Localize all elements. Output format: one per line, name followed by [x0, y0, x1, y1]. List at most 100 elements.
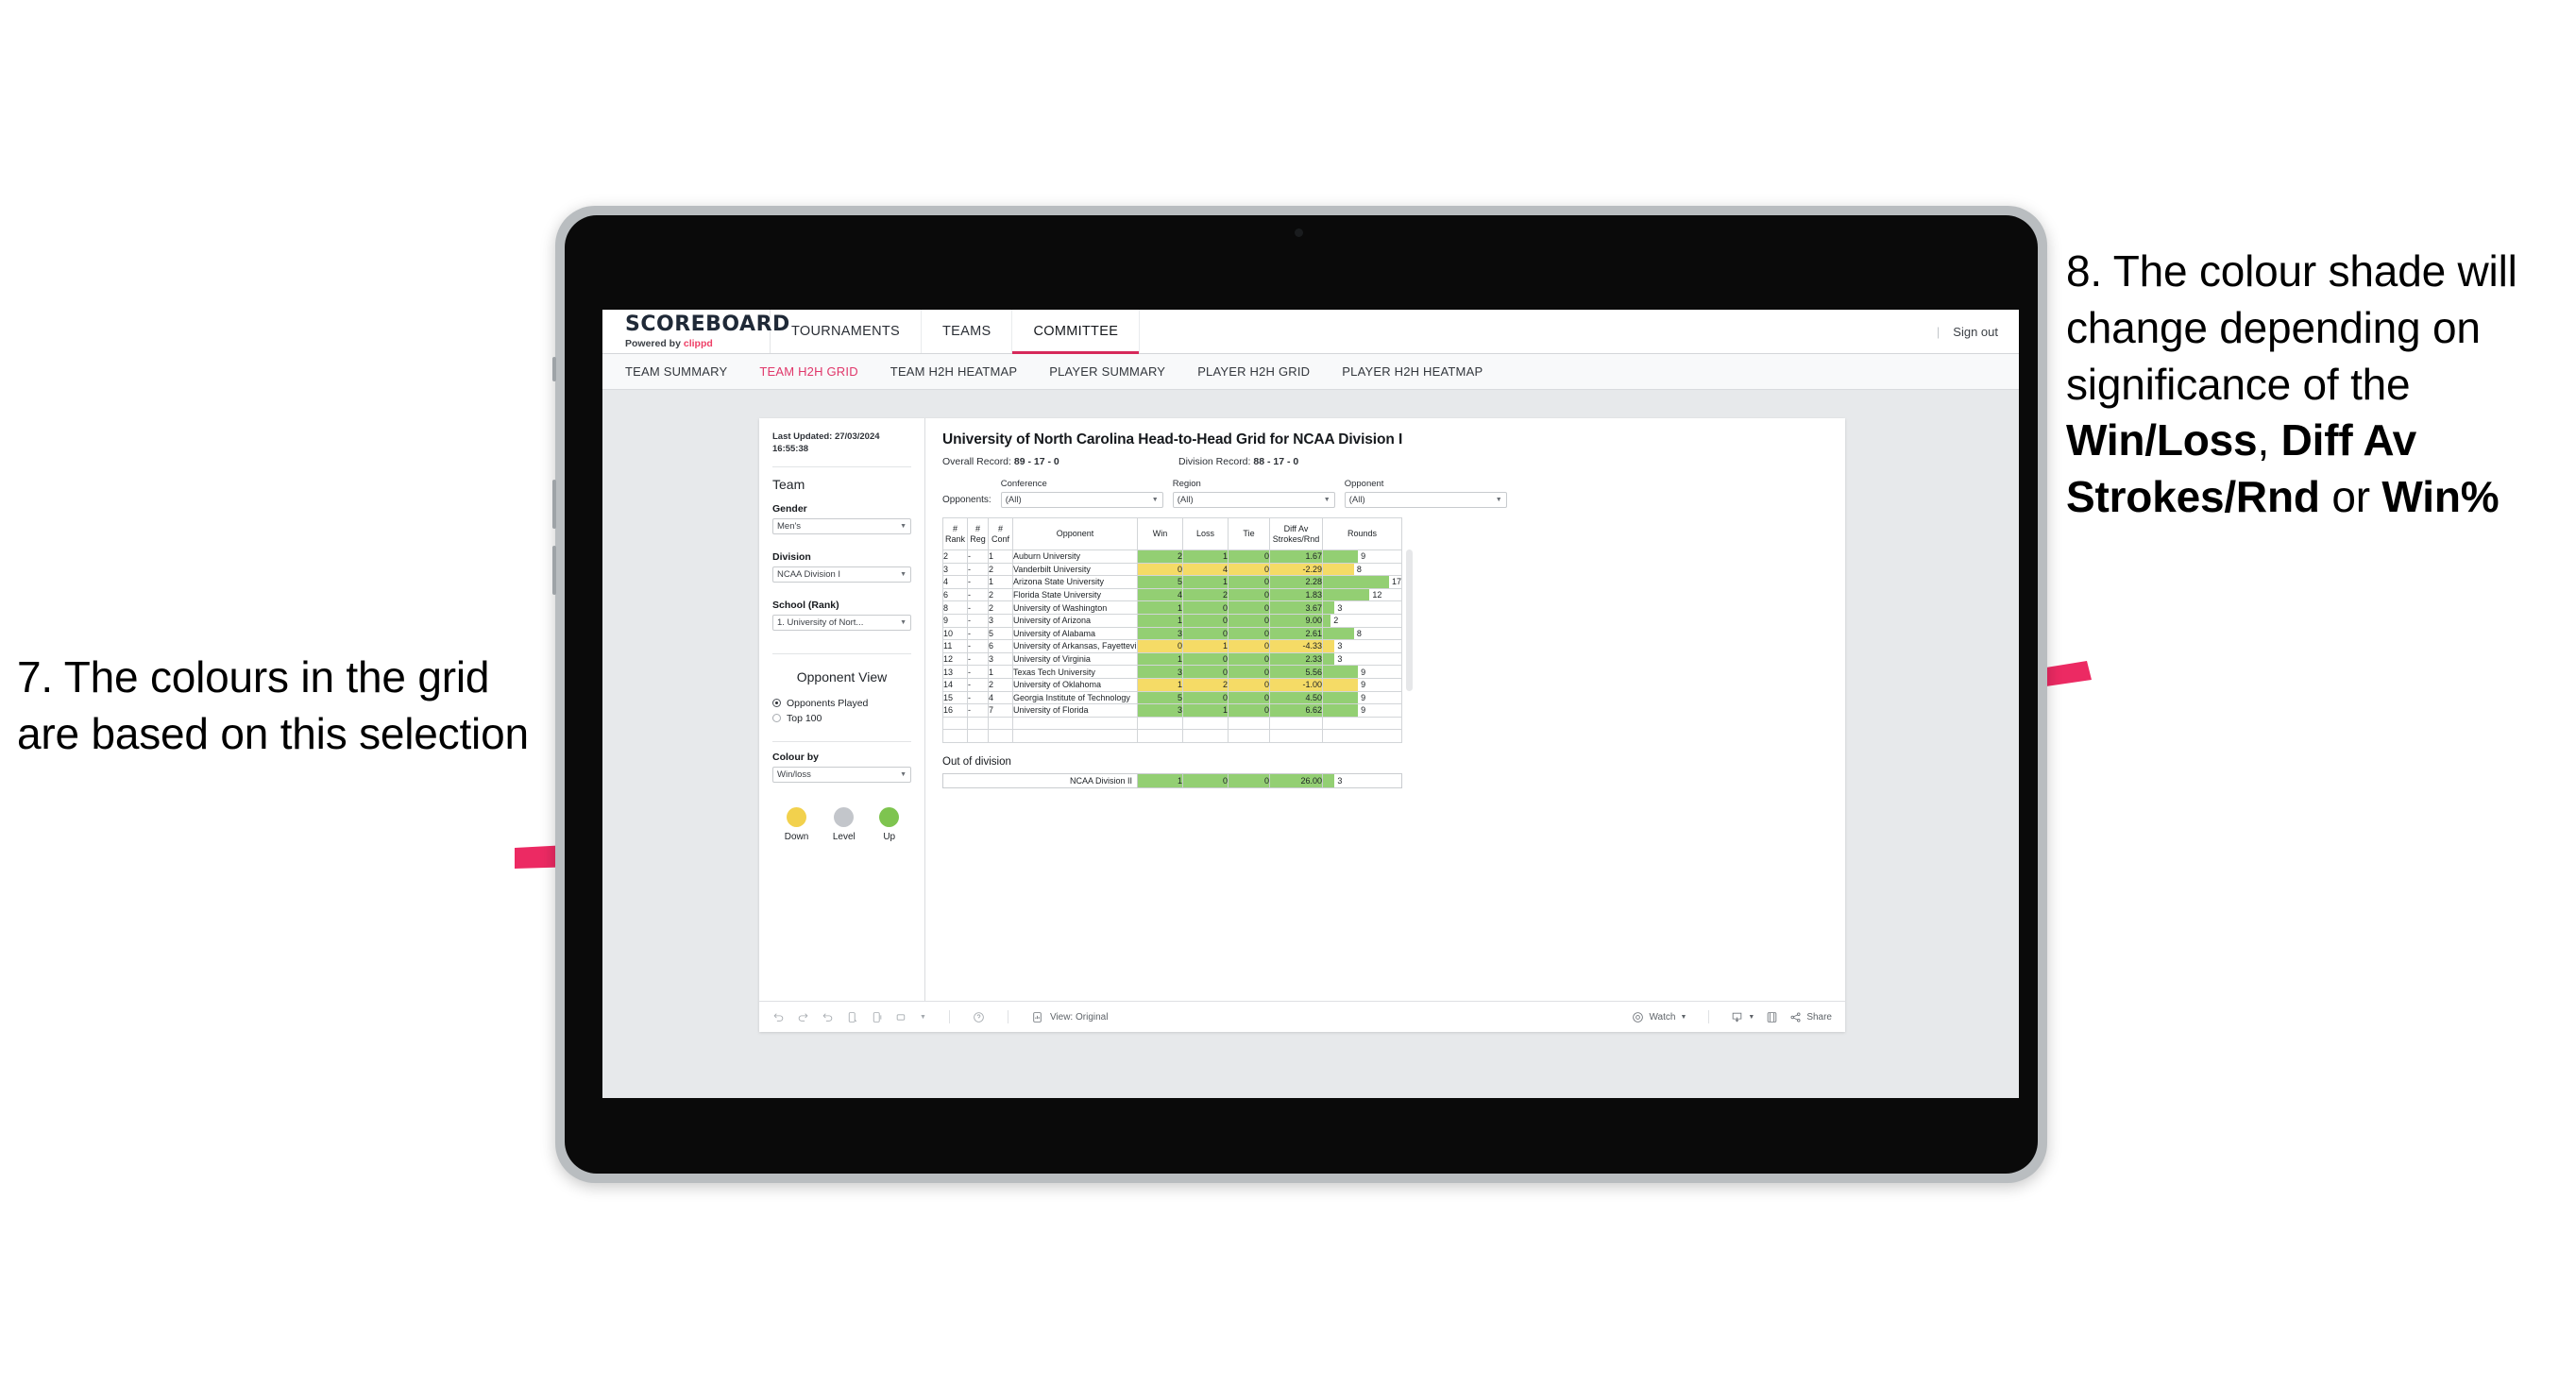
table-row[interactable]: 2-1 Auburn University 2 1 0 1.67 9	[942, 549, 1402, 564]
legend-swatch-down	[787, 806, 807, 827]
rounds-bar	[1323, 678, 1359, 691]
col-header-8[interactable]: Rounds	[1322, 517, 1402, 550]
primary-nav: TOURNAMENTS TEAMS COMMITTEE	[771, 310, 1141, 354]
annotation-8-sep2: or	[2319, 472, 2382, 522]
subnav-team-summary[interactable]: TEAM SUMMARY	[625, 364, 727, 379]
refresh-icon[interactable]	[846, 1011, 858, 1023]
table-row[interactable]: 12-3 University of Virginia 1 0 0 2.33 3	[942, 651, 1402, 667]
tablet-button-power[interactable]	[552, 357, 556, 381]
header-separator: |	[1936, 324, 1940, 339]
table-row[interactable]: 3-2 Vanderbilt University 0 4 0 -2.29 8	[942, 562, 1402, 577]
device-icon[interactable]	[895, 1011, 907, 1023]
col-header-7[interactable]: Diff Av Strokes/Rnd	[1269, 517, 1323, 550]
cell-rank: 10	[942, 626, 968, 641]
cell-win: 5	[1137, 575, 1183, 589]
table-row[interactable]: 14-2 University of Oklahoma 1 2 0 -1.00 9	[942, 677, 1402, 692]
table-row[interactable]: NCAA Division II 1 0 0 26.00 3	[942, 772, 1402, 788]
col-header-2[interactable]: # Conf	[988, 517, 1013, 550]
col-header-3[interactable]: Opponent	[1012, 517, 1138, 550]
col-header-4[interactable]: Win	[1137, 517, 1183, 550]
subnav-player-summary[interactable]: PLAYER SUMMARY	[1049, 364, 1165, 379]
table-row[interactable]: 4-1 Arizona State University 5 1 0 2.28 17	[942, 575, 1402, 589]
cell-rounds: 2	[1322, 613, 1402, 628]
radio-opponents-played[interactable]: Opponents Played	[772, 698, 911, 709]
rounds-value: 3	[1337, 641, 1343, 651]
cell-rounds: 9	[1322, 549, 1402, 564]
rounds-value: 2	[1333, 616, 1339, 626]
view-label[interactable]: View: Original	[1050, 1012, 1109, 1023]
toolbar-divider	[1708, 1010, 1710, 1023]
col-header-6[interactable]: Tie	[1228, 517, 1270, 550]
cell-win: 1	[1137, 613, 1183, 628]
tablet-button-volume-down[interactable]	[552, 546, 556, 595]
cell-diff-av-strokes: -4.33	[1269, 639, 1323, 653]
subnav-team-h2h-heatmap[interactable]: TEAM H2H HEATMAP	[890, 364, 1017, 379]
table-row[interactable]: 9-3 University of Arizona 1 0 0 9.00 2	[942, 613, 1402, 628]
pause-icon[interactable]	[871, 1011, 883, 1023]
rounds-bar	[1323, 627, 1354, 640]
out-of-division-table: NCAA Division II 1 0 0 26.00 3	[942, 772, 1402, 788]
table-row[interactable]: 11-6 University of Arkansas, Fayetteville…	[942, 639, 1402, 653]
fullscreen-button[interactable]	[1766, 1011, 1778, 1023]
nav-tab-teams[interactable]: TEAMS	[922, 310, 1013, 353]
chevron-down-icon: ▼	[1151, 497, 1159, 503]
share-button[interactable]: Share	[1789, 1011, 1832, 1023]
revert-icon[interactable]	[822, 1011, 834, 1023]
nav-tab-tournaments[interactable]: TOURNAMENTS	[771, 310, 923, 353]
cell-rank: 15	[942, 690, 968, 705]
annotation-8-lead: 8. The colour shade will change dependin…	[2066, 246, 2517, 409]
table-row[interactable]: 15-4 Georgia Institute of Technology 5 0 0 4.…	[942, 690, 1402, 705]
rounds-bar	[1323, 666, 1359, 678]
radio-top-100[interactable]: Top 100	[772, 713, 911, 724]
col-header-5[interactable]: Loss	[1182, 517, 1229, 550]
cell-conf: 2	[988, 587, 1013, 602]
table-row[interactable]: 6-2 Florida State University 4 2 0 1.83 12	[942, 587, 1402, 602]
cell-tie: 0	[1228, 703, 1270, 718]
download-button[interactable]: ▼	[1731, 1011, 1754, 1023]
rounds-bar	[1323, 652, 1335, 666]
chevron-down-icon[interactable]: ▼	[920, 1014, 926, 1021]
table-scrollbar[interactable]	[1406, 549, 1413, 691]
subnav-player-h2h-heatmap[interactable]: PLAYER H2H HEATMAP	[1342, 364, 1483, 379]
brand-logo[interactable]: SCOREBOARD Powered by clippd	[602, 310, 789, 353]
region-select[interactable]: (All) ▼	[1172, 492, 1335, 508]
undo-icon[interactable]	[772, 1011, 785, 1023]
cell-empty	[988, 716, 1013, 731]
watch-button[interactable]: Watch ▼	[1632, 1011, 1686, 1023]
cell-tie: 0	[1228, 600, 1270, 615]
col-header-0[interactable]: # Rank	[942, 517, 968, 550]
share-icon	[1790, 1012, 1801, 1022]
cell-loss: 1	[1182, 549, 1229, 564]
school-select[interactable]: 1. University of Nort... ▼	[772, 614, 911, 631]
legend-swatch-up	[879, 806, 900, 827]
cell-loss: 1	[1182, 575, 1229, 589]
rounds-value: 8	[1356, 628, 1362, 638]
tablet-button-volume-up[interactable]	[552, 480, 556, 529]
col-header-1[interactable]: # Reg	[967, 517, 989, 550]
table-row-empty	[942, 716, 1402, 731]
main-pane: University of North Carolina Head-to-Hea…	[925, 418, 1845, 1001]
opponent-select[interactable]: (All) ▼	[1344, 492, 1507, 508]
gender-select[interactable]: Men's ▼	[772, 517, 911, 534]
colour-by-select[interactable]: Win/loss ▼	[772, 766, 911, 783]
sidebar-heading-opponent-view: Opponent View	[796, 668, 888, 685]
cell-loss: 0	[1182, 613, 1229, 628]
table-row[interactable]: 16-7 University of Florida 3 1 0 6.62 9	[942, 703, 1402, 718]
view-icon[interactable]	[1031, 1011, 1043, 1023]
table-row[interactable]: 8-2 University of Washington 1 0 0 3.67 3	[942, 600, 1402, 615]
table-row[interactable]: 10-5 University of Alabama 3 0 0 2.61 8	[942, 626, 1402, 641]
cell-diff-av-strokes: 9.00	[1269, 613, 1323, 628]
redo-icon[interactable]	[797, 1011, 809, 1023]
help-icon[interactable]	[973, 1011, 985, 1023]
nav-tab-committee[interactable]: COMMITTEE	[1012, 310, 1141, 354]
conference-select[interactable]: (All) ▼	[1000, 492, 1163, 508]
app-header: SCOREBOARD Powered by clippd TOURNAMENTS…	[602, 310, 2019, 354]
subnav-player-h2h-grid[interactable]: PLAYER H2H GRID	[1197, 364, 1310, 379]
division-select[interactable]: NCAA Division I ▼	[772, 566, 911, 583]
cell-opponent: Florida State University	[1012, 587, 1138, 602]
table-row[interactable]: 13-1 Texas Tech University 3 0 0 5.56 9	[942, 665, 1402, 679]
sign-out-link[interactable]: Sign out	[1953, 325, 1998, 339]
cell-empty	[1228, 729, 1270, 743]
subnav-team-h2h-grid[interactable]: TEAM H2H GRID	[759, 364, 857, 379]
opponents-label: Opponents:	[942, 495, 991, 505]
